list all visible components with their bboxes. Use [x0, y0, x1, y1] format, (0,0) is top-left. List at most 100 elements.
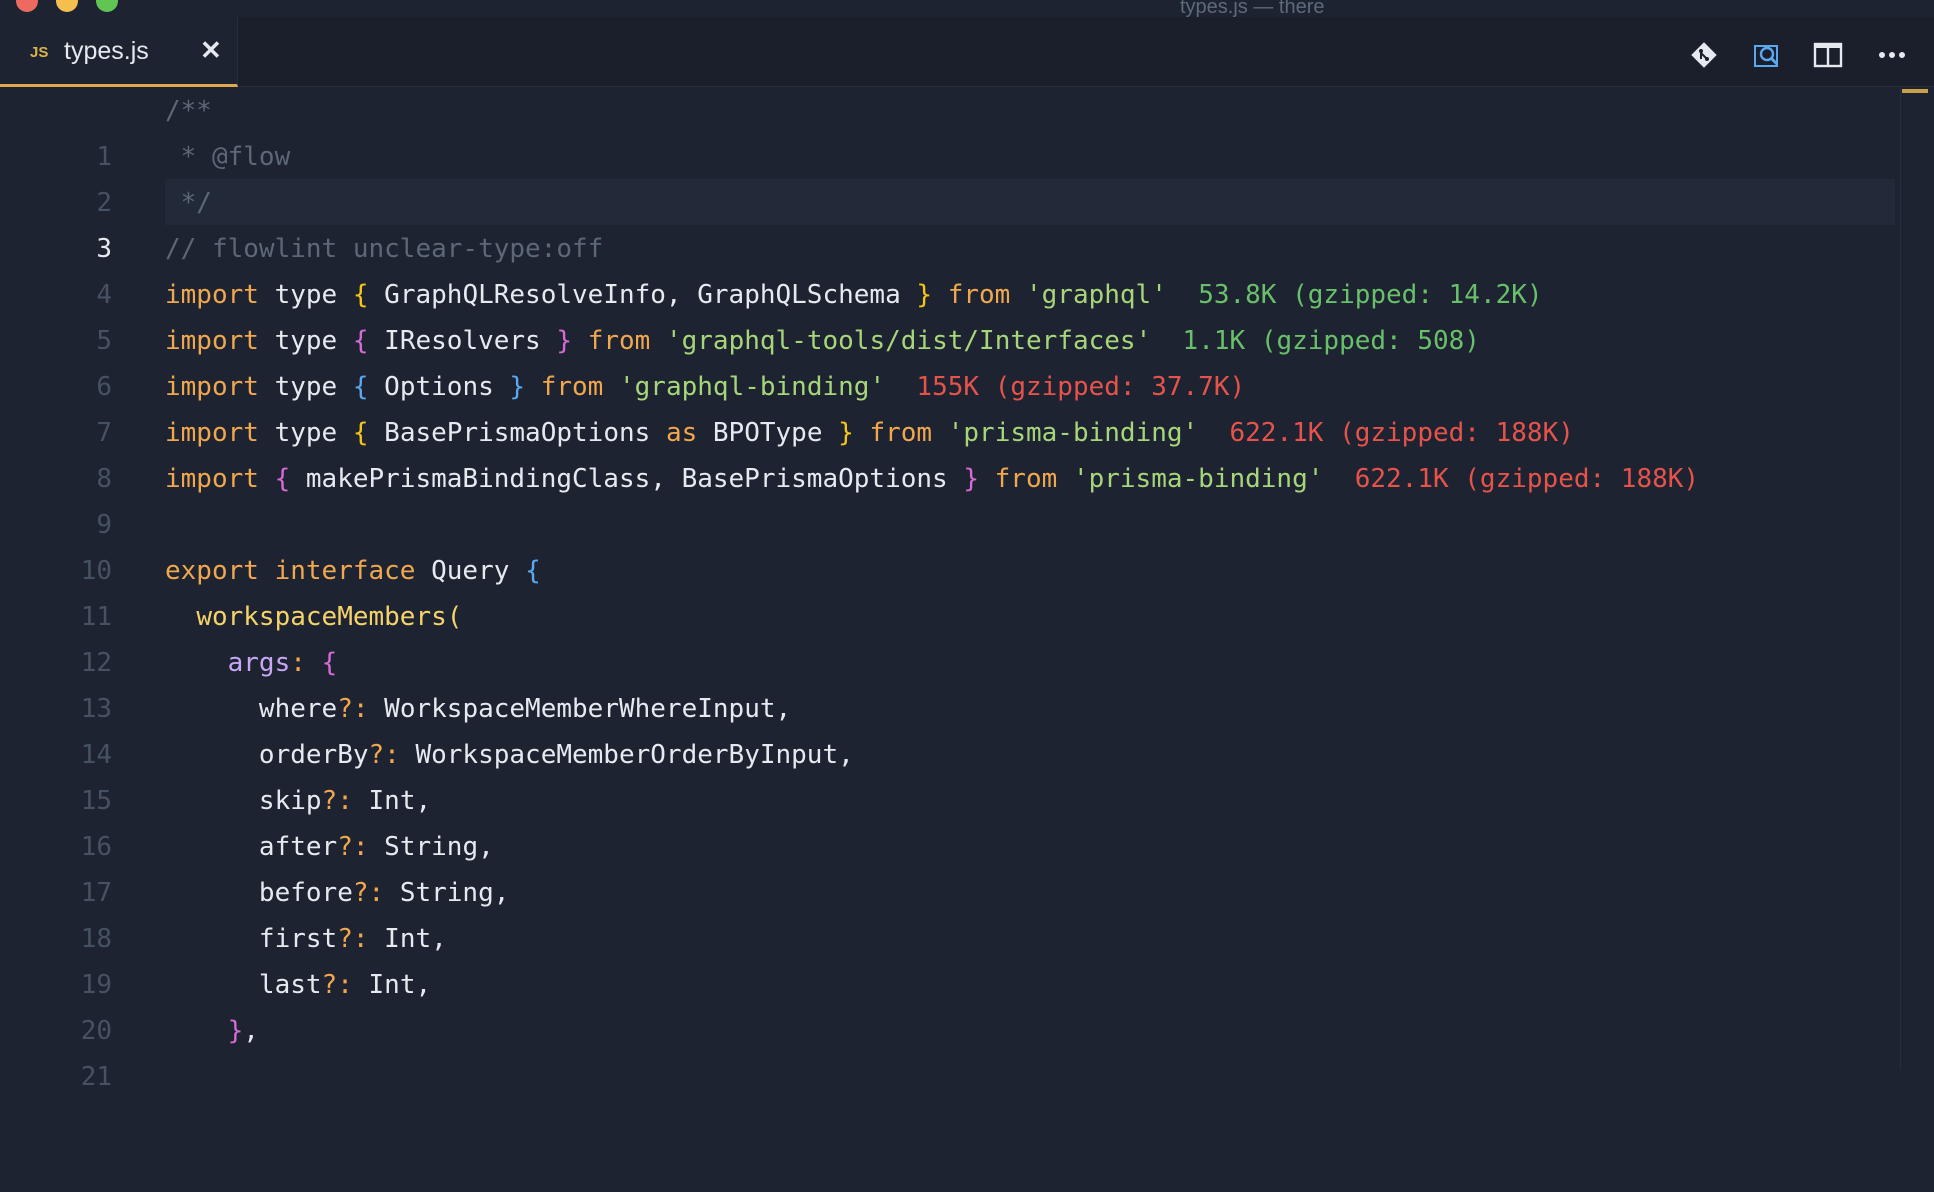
code-line[interactable]: 15 orderBy?: WorkspaceMemberOrderByInput… [0, 732, 1900, 816]
import-cost-size: 622.1K (gzipped: 188K) [1354, 464, 1700, 494]
import-cost-size: 1.1K (gzipped: 508) [1182, 326, 1480, 356]
tab-bar: JS types.js ✕ [0, 17, 1934, 87]
comment: */ [165, 188, 212, 218]
code-line[interactable]: 13 args: { [0, 640, 1900, 724]
code-line[interactable]: 7 import type { Options } from 'graphql-… [0, 364, 1900, 448]
field-name: before [258, 878, 353, 908]
minimize-window-button[interactable] [56, 0, 78, 12]
module-string: 'prisma-binding' [947, 418, 1199, 448]
open-preview-icon[interactable] [1750, 39, 1782, 71]
code-line[interactable]: 12 workspaceMembers( [0, 594, 1900, 678]
code-line[interactable]: 19 first?: Int, [0, 916, 1900, 1000]
open-brace: { [352, 418, 369, 448]
optional-marker: ?: [321, 786, 353, 816]
code-line[interactable]: 20 last?: Int, [0, 962, 1900, 1046]
optional-marker: ?: [337, 924, 369, 954]
field-type: Int, [368, 970, 432, 1000]
open-brace: { [274, 464, 291, 494]
js-file-icon: JS [30, 44, 49, 61]
optional-marker: ?: [321, 970, 353, 1000]
code-line[interactable]: 10 [0, 502, 1900, 586]
import-names: Options [384, 372, 494, 402]
close-brace: } [509, 372, 526, 402]
code-line[interactable]: 6 import type { IResolvers } from 'graph… [0, 318, 1900, 402]
keyword-import: import [165, 464, 259, 494]
open-brace: { [352, 372, 369, 402]
field-name: orderBy [258, 740, 369, 770]
field-name: last [258, 970, 322, 1000]
import-cost-size: 155K (gzipped: 37.7K) [916, 372, 1246, 402]
close-brace: } [916, 280, 933, 310]
close-brace: } [838, 418, 854, 448]
module-string: 'graphql-binding' [619, 372, 886, 402]
code-line[interactable]: 5 import type { GraphQLResolveInfo, Grap… [0, 272, 1900, 356]
open-brace: { [525, 556, 541, 586]
tab-types-js[interactable]: JS types.js ✕ [0, 17, 238, 87]
field-type: WorkspaceMemberOrderByInput, [415, 740, 854, 770]
code-line[interactable]: 16 skip?: Int, [0, 778, 1900, 862]
code-line[interactable]: 18 before?: String, [0, 870, 1900, 954]
code-line[interactable]: 17 after?: String, [0, 824, 1900, 908]
more-actions-icon[interactable] [1876, 39, 1908, 71]
optional-marker: ?: [352, 878, 385, 908]
code-line[interactable]: 4 // flowlint unclear-type:off [0, 226, 1900, 310]
comma: , [243, 1016, 259, 1046]
split-editor-icon[interactable] [1812, 39, 1844, 71]
code-line[interactable]: 8 import type { BasePrismaOptions as BPO… [0, 410, 1900, 494]
code-editor[interactable]: 1 /** 2 * @flow 3 */ 4 // flowlint uncle… [0, 88, 1934, 1092]
code-line[interactable]: 1 /** [0, 88, 1900, 172]
module-string: 'graphql-tools/dist/Interfaces' [665, 326, 1152, 356]
keyword-export: export [165, 556, 259, 586]
field-name: skip [258, 786, 322, 816]
import-alias: BPOType [712, 418, 823, 448]
scrollbar-position-marker [1902, 89, 1928, 93]
keyword-import: import [165, 418, 259, 448]
optional-marker: ?: [337, 832, 369, 862]
field-type: String, [399, 878, 510, 908]
import-names: GraphQLResolveInfo, GraphQLSchema [384, 280, 901, 310]
comment: // flowlint unclear-type:off [165, 234, 604, 264]
open-brace: { [352, 280, 369, 310]
close-brace: } [963, 464, 979, 494]
colon: : [290, 648, 306, 678]
import-names: IResolvers [384, 326, 541, 356]
keyword-import: import [165, 280, 259, 310]
keyword-type: type [274, 418, 338, 448]
field-type: Int, [384, 924, 447, 954]
scrollbar-track[interactable] [1900, 88, 1901, 1070]
field-type: WorkspaceMemberWhereInput, [384, 694, 792, 724]
close-brace: } [556, 326, 573, 356]
code-line[interactable]: 14 where?: WorkspaceMemberWhereInput, [0, 686, 1900, 770]
code-line[interactable]: 2 * @flow [0, 134, 1900, 218]
keyword-type: type [274, 280, 338, 310]
keyword-type: type [274, 326, 338, 356]
code-line-active[interactable]: 3 */ [0, 180, 1900, 264]
keyword-from: from [994, 464, 1058, 494]
comment: * @flow [165, 142, 291, 172]
keyword-from: from [947, 280, 1011, 310]
code-line[interactable]: 9 import { makePrismaBindingClass, BaseP… [0, 456, 1900, 540]
interface-name: Query [431, 556, 510, 586]
code-line[interactable]: 11 export interface Query { [0, 548, 1900, 632]
param-name: args [227, 648, 291, 678]
git-compare-icon[interactable] [1688, 39, 1720, 71]
field-name: first [258, 924, 338, 954]
code-line[interactable]: 21 }, [0, 1008, 1900, 1092]
keyword-type: type [274, 372, 338, 402]
open-brace: { [321, 648, 338, 678]
zoom-window-button[interactable] [96, 0, 118, 12]
close-window-button[interactable] [16, 0, 38, 12]
keyword-from: from [587, 326, 651, 356]
keyword-from: from [540, 372, 604, 402]
keyword-import: import [165, 326, 259, 356]
keyword-as: as [665, 418, 698, 448]
optional-marker: ?: [368, 740, 400, 770]
field-name: where [258, 694, 338, 724]
tab-close-icon[interactable]: ✕ [200, 35, 222, 66]
